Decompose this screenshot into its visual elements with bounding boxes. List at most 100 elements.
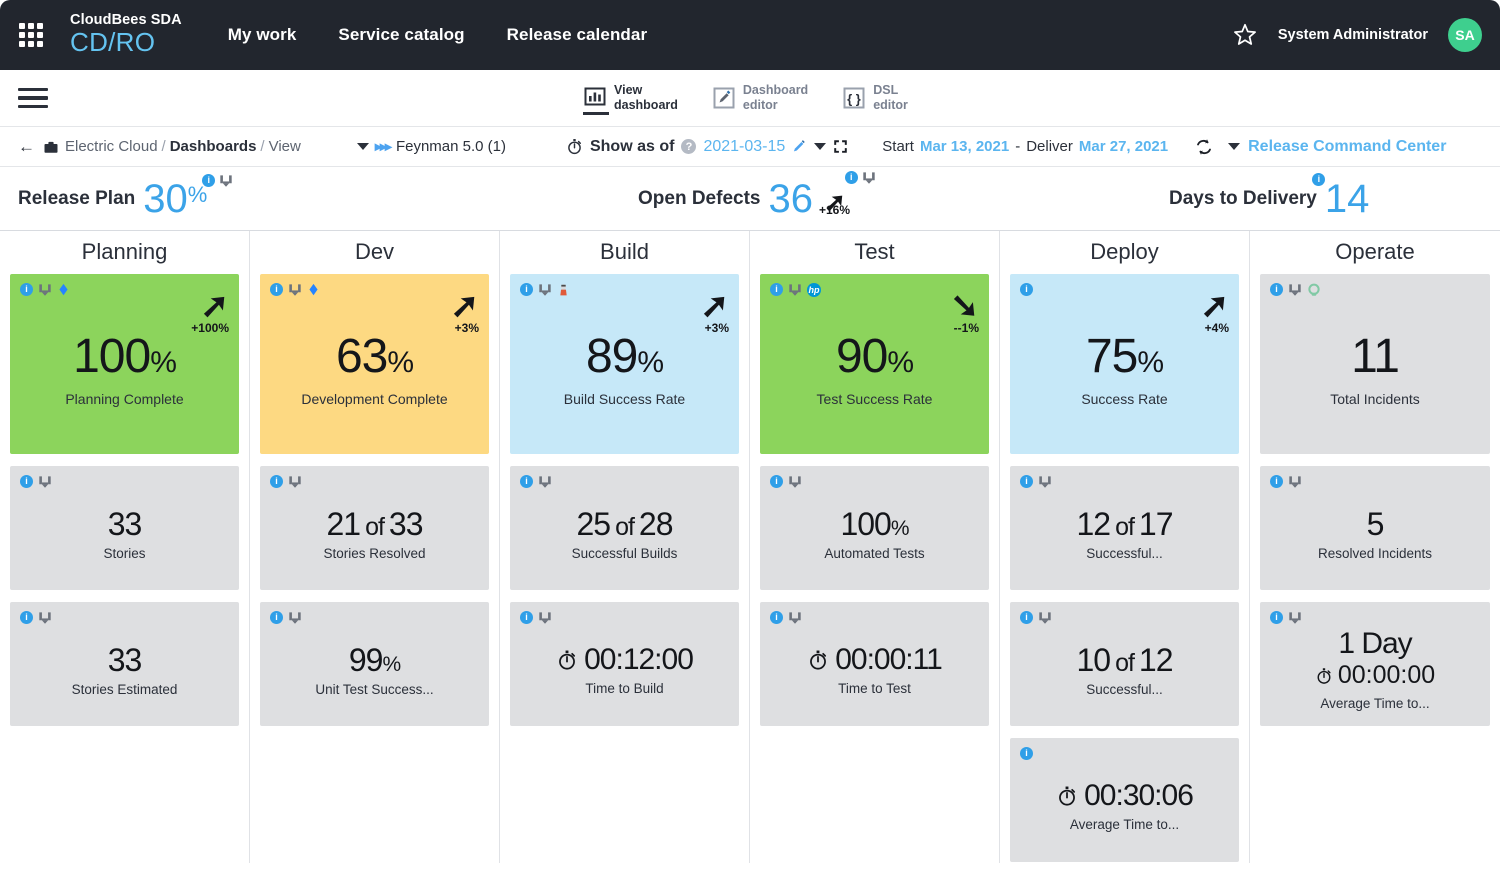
download-icon[interactable] <box>538 475 552 489</box>
star-outline-icon[interactable] <box>1232 22 1258 48</box>
info-icon[interactable]: i <box>1020 475 1033 488</box>
breadcrumb-view[interactable]: View <box>269 138 301 155</box>
info-icon[interactable]: i <box>270 611 283 624</box>
card-body: 00:12:00 Time to Build <box>520 625 729 716</box>
help-icon[interactable]: ? <box>681 139 697 154</box>
info-icon[interactable]: i <box>1312 172 1326 186</box>
info-icon[interactable]: i <box>1020 747 1033 760</box>
jira-icon[interactable] <box>307 283 320 296</box>
metric-card[interactable]: i 33 Stories <box>10 466 239 590</box>
expand-icon[interactable] <box>833 139 848 154</box>
download-icon[interactable] <box>788 475 802 489</box>
metric-card[interactable]: i ➚ +3% 89% Build Success Rate <box>510 274 739 454</box>
hp-icon[interactable]: hp <box>807 282 821 297</box>
download-icon[interactable] <box>862 171 876 185</box>
info-icon[interactable]: i <box>770 283 783 296</box>
metric-card[interactable]: i ➚ +4% 75% Success Rate <box>1010 274 1239 454</box>
metric-card[interactable]: i hp ➘ --1% 90% Test Success Rate <box>760 274 989 454</box>
metric-card[interactable]: i 10 of 12 Successful... <box>1010 602 1239 726</box>
card-value: 5 <box>1367 508 1385 540</box>
download-icon[interactable] <box>38 475 52 489</box>
release-chevron-down-icon[interactable] <box>356 143 369 150</box>
info-icon[interactable]: i <box>20 475 33 488</box>
avatar[interactable]: SA <box>1448 18 1482 52</box>
info-icon[interactable]: i <box>770 475 783 488</box>
download-icon[interactable] <box>38 611 52 625</box>
download-icon[interactable] <box>288 283 302 297</box>
view-name-label[interactable]: Release Command Center <box>1248 138 1446 156</box>
as-of-date-value[interactable]: 2021-03-15 <box>703 138 785 156</box>
kpi-days-to-delivery[interactable]: Days to Delivery 14 i <box>1169 172 1369 219</box>
metric-card[interactable]: i 25 of 28 Successful Builds <box>510 466 739 590</box>
download-icon[interactable] <box>1038 611 1052 625</box>
apps-grid-icon[interactable] <box>14 18 48 52</box>
jira-icon[interactable] <box>57 283 70 296</box>
metric-card[interactable]: i 21 of 33 Stories Resolved <box>260 466 489 590</box>
metric-card[interactable]: i 5 Resolved Incidents <box>1260 466 1490 590</box>
column-title: Deploy <box>1090 239 1159 264</box>
brand-logo[interactable]: CloudBees SDA CD/RO <box>70 13 182 57</box>
nav-link-my-work[interactable]: My work <box>228 25 297 45</box>
hamburger-menu-icon[interactable] <box>18 83 48 114</box>
kpi-release-plan[interactable]: Release Plan 30 % i <box>18 174 232 219</box>
info-icon[interactable]: i <box>520 283 533 296</box>
info-icon[interactable]: i <box>770 611 783 624</box>
info-icon[interactable]: i <box>20 283 33 296</box>
metric-card[interactable]: i 100% Automated Tests <box>760 466 989 590</box>
download-icon[interactable] <box>788 611 802 625</box>
metric-card[interactable]: i 1 Day 00:00:00 Average Time to... <box>1260 602 1490 726</box>
card-value-suffix: % <box>150 346 177 380</box>
info-icon[interactable]: i <box>20 611 33 624</box>
info-icon[interactable]: i <box>1270 475 1283 488</box>
metric-card[interactable]: i 33 Stories Estimated <box>10 602 239 726</box>
servicenow-icon[interactable] <box>1307 283 1321 297</box>
download-icon[interactable] <box>788 283 802 297</box>
download-icon[interactable] <box>538 611 552 625</box>
download-icon[interactable] <box>288 475 302 489</box>
download-icon[interactable] <box>38 283 52 297</box>
metric-card[interactable]: i 00:00:11 Time to Test <box>760 602 989 726</box>
metric-card[interactable]: i 11 Total Incidents <box>1260 274 1490 454</box>
show-as-of-label: Show as of <box>589 137 675 155</box>
metric-card[interactable]: i ➚ +3% 63% Development Complete <box>260 274 489 454</box>
download-icon[interactable] <box>1038 475 1052 489</box>
view-dashboard-button[interactable]: View dashboard <box>583 83 678 115</box>
download-icon[interactable] <box>1288 475 1302 489</box>
metric-card[interactable]: i 99% Unit Test Success... <box>260 602 489 726</box>
info-icon[interactable]: i <box>202 174 216 187</box>
info-icon[interactable]: i <box>1270 611 1283 624</box>
info-icon[interactable]: i <box>520 611 533 624</box>
card-caption: Total Incidents <box>1330 391 1420 408</box>
info-icon[interactable]: i <box>520 475 533 488</box>
metric-card[interactable]: i 00:30:06 Average Time to... <box>1010 738 1239 862</box>
back-arrow-icon[interactable]: ← <box>18 137 35 157</box>
info-icon[interactable]: i <box>270 283 283 296</box>
info-icon[interactable]: i <box>270 475 283 488</box>
release-selector[interactable]: ▸▸▸ Feynman 5.0 (1) <box>356 138 506 155</box>
download-icon[interactable] <box>219 174 233 188</box>
view-chevron-down-icon[interactable] <box>1228 143 1241 150</box>
user-name-label[interactable]: System Administrator <box>1278 27 1428 43</box>
download-icon[interactable] <box>1288 611 1302 625</box>
as-of-chevron-down-icon[interactable] <box>814 143 827 150</box>
breadcrumb-electric-cloud[interactable]: Electric Cloud <box>65 138 158 155</box>
breadcrumb-dashboards[interactable]: Dashboards <box>170 138 257 155</box>
nav-link-release-calendar[interactable]: Release calendar <box>507 25 648 45</box>
info-icon[interactable]: i <box>844 171 858 184</box>
nav-link-service-catalog[interactable]: Service catalog <box>338 25 464 45</box>
info-icon[interactable]: i <box>1270 283 1283 296</box>
pencil-icon[interactable] <box>792 139 807 154</box>
info-icon[interactable]: i <box>1020 283 1033 296</box>
refresh-icon[interactable] <box>1194 137 1214 157</box>
metric-card[interactable]: i ➚ +100% 100% Planning Complete <box>10 274 239 454</box>
info-icon[interactable]: i <box>1020 611 1033 624</box>
dashboard-editor-button[interactable]: Dashboard editor <box>712 83 808 115</box>
download-icon[interactable] <box>288 611 302 625</box>
kpi-open-defects[interactable]: Open Defects 36 i +16% ➚ <box>638 171 875 219</box>
metric-card[interactable]: i 12 of 17 Successful... <box>1010 466 1239 590</box>
download-icon[interactable] <box>538 283 552 297</box>
dsl-editor-button[interactable]: { } DSL editor <box>842 83 908 115</box>
download-icon[interactable] <box>1288 283 1302 297</box>
metric-card[interactable]: i 00:12:00 Time to Build <box>510 602 739 726</box>
jenkins-icon[interactable] <box>557 283 570 296</box>
